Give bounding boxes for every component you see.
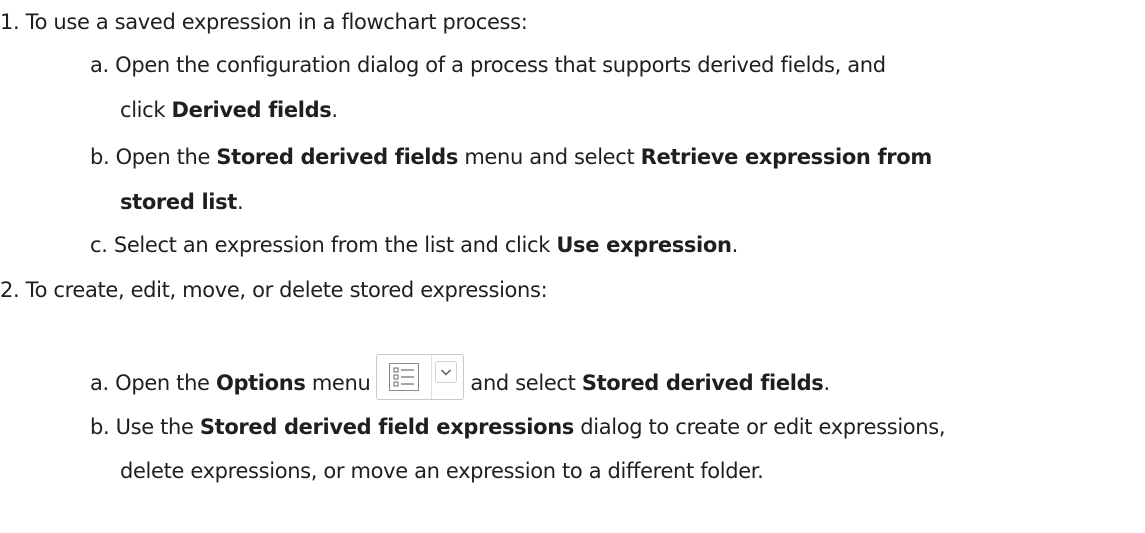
step-1c-suffix: . — [731, 233, 739, 257]
stored-derived-field-expressions-label: Stored derived field expressions — [199, 415, 574, 439]
step-2b-suffix: dialog to create or edit expressions, — [573, 415, 946, 439]
step-2a: a. Open the Options menu and select Store… — [90, 354, 830, 400]
step-1a-continued: click Derived fields. — [120, 95, 338, 125]
list-icon — [377, 355, 433, 399]
use-expression-label: Use expression — [556, 233, 732, 257]
step-2b: b. Use the Stored derived field expressi… — [90, 412, 946, 442]
derived-fields-label: Derived fields — [171, 98, 332, 122]
step-2b-cont: delete expressions, or move an expressio… — [120, 459, 764, 483]
step-2-text: 2. To create, edit, move, or delete stor… — [0, 278, 548, 302]
step-1-text: 1. To use a saved expression in a flowch… — [0, 10, 528, 34]
step-2b-prefix: b. Use the — [90, 415, 200, 439]
step-1a-cont-prefix: click — [120, 98, 172, 122]
step-2a-prefix: a. Open the — [90, 371, 216, 395]
stored-list-label: stored list — [120, 190, 237, 214]
step-1a: a. Open the configuration dialog of a pr… — [90, 50, 886, 80]
step-1: 1. To use a saved expression in a flowch… — [0, 7, 528, 37]
step-1b-prefix: b. Open the — [90, 145, 217, 169]
step-2a-after-icon: and select — [470, 371, 582, 395]
step-1c: c. Select an expression from the list an… — [90, 230, 738, 260]
step-1a-text: a. Open the configuration dialog of a pr… — [90, 53, 886, 77]
chevron-down-icon — [435, 361, 458, 383]
options-menu-button[interactable] — [376, 354, 465, 400]
stored-derived-fields-menu-label: Stored derived fields — [216, 145, 458, 169]
step-1b: b. Open the Stored derived fields menu a… — [90, 142, 932, 172]
retrieve-expression-label: Retrieve expression from — [640, 145, 933, 169]
step-1a-cont-suffix: . — [331, 98, 338, 122]
stored-derived-fields-label: Stored derived fields — [581, 371, 824, 395]
step-2: 2. To create, edit, move, or delete stor… — [0, 275, 548, 305]
options-label: Options — [215, 371, 306, 395]
step-1b-middle: menu and select — [458, 145, 641, 169]
step-1b-continued: stored list. — [120, 187, 244, 217]
document-body: 1. To use a saved expression in a flowch… — [0, 0, 1145, 533]
step-1c-prefix: c. Select an expression from the list an… — [90, 233, 557, 257]
step-2a-suffix: . — [823, 371, 830, 395]
step-1b-suffix: . — [237, 190, 244, 214]
step-2a-middle: menu — [305, 371, 371, 395]
step-2b-continued: delete expressions, or move an expressio… — [120, 456, 764, 486]
